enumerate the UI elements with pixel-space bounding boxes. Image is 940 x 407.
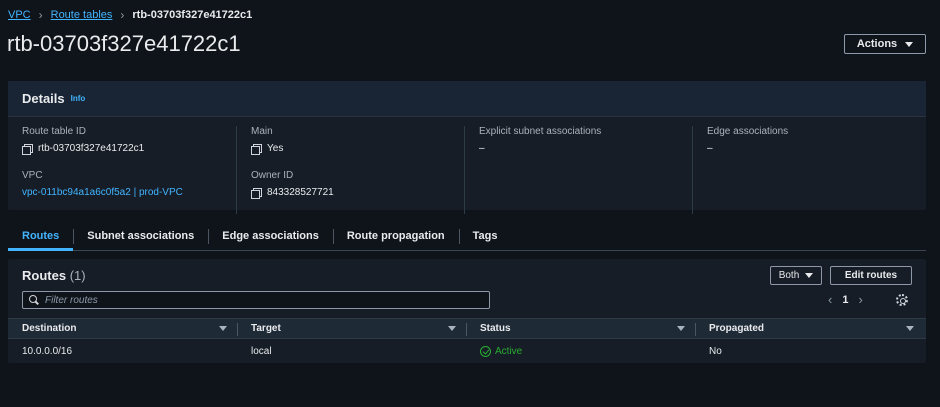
current-page[interactable]: 1 (842, 294, 848, 306)
column-header-propagated[interactable]: Propagated (695, 319, 924, 338)
routes-heading: Routes (1) (22, 268, 86, 283)
route-filter-select[interactable]: Both (770, 266, 822, 285)
column-header-status[interactable]: Status (466, 319, 695, 338)
details-panel: Details Info Route table ID rtb-03703f32… (8, 81, 926, 214)
main-text: Yes (267, 143, 284, 154)
caret-down-icon (905, 41, 914, 47)
caret-down-icon (805, 273, 814, 278)
tab-route-propagation[interactable]: Route propagation (332, 222, 459, 250)
tab-tags[interactable]: Tags (458, 222, 512, 250)
route-table-id-value: rtb-03703f327e41722c1 (22, 143, 236, 155)
tab-bar: Routes Subnet associations Edge associat… (8, 222, 926, 251)
chevron-right-icon: › (38, 8, 43, 22)
vpc-value: vpc-011bc94a1a6c0f5a2 | prod-VPC (22, 187, 236, 198)
tab-subnet-associations[interactable]: Subnet associations (73, 222, 208, 250)
details-column-2: Main Yes Owner ID 843328527721 (236, 126, 464, 214)
route-filter-select-value: Both (778, 270, 800, 281)
explicit-subnet-value: – (479, 143, 485, 154)
route-table-id-text: rtb-03703f327e41722c1 (38, 143, 145, 154)
main-value: Yes (251, 143, 464, 155)
chevron-right-icon: › (120, 8, 125, 22)
breadcrumb-vpc-link[interactable]: VPC (8, 9, 31, 21)
edit-routes-button[interactable]: Edit routes (830, 266, 912, 285)
check-circle-icon (480, 345, 491, 357)
routes-count: (1) (69, 268, 86, 283)
main-label: Main (251, 126, 273, 137)
pagination: ‹ 1 › (828, 292, 863, 307)
sort-icon[interactable] (219, 326, 227, 331)
column-header-target[interactable]: Target (237, 319, 466, 338)
copy-icon[interactable] (22, 143, 33, 155)
breadcrumb: VPC › Route tables › rtb-03703f327e41722… (8, 8, 252, 22)
tab-edge-associations[interactable]: Edge associations (208, 222, 333, 250)
routes-table-header: Destination Target Status Propagated (8, 318, 926, 339)
filter-routes-box (22, 291, 490, 309)
sort-icon[interactable] (677, 326, 685, 331)
column-header-label: Propagated (709, 323, 765, 334)
routes-title-text: Routes (22, 268, 67, 283)
breadcrumb-current: rtb-03703f327e41722c1 (132, 9, 253, 21)
sort-icon[interactable] (448, 326, 456, 331)
column-header-label: Status (480, 323, 511, 334)
edge-associations-value: – (707, 143, 713, 154)
column-header-label: Destination (22, 323, 77, 334)
gear-icon[interactable] (896, 294, 908, 306)
cell-propagated: No (709, 345, 722, 357)
details-heading: Details (22, 91, 65, 106)
status-badge: Active (480, 345, 523, 357)
chevron-left-icon[interactable]: ‹ (828, 292, 832, 307)
cell-destination: 10.0.0.0/16 (22, 345, 73, 357)
explicit-subnet-label: Explicit subnet associations (479, 126, 602, 137)
column-header-label: Target (251, 323, 281, 334)
status-text: Active (495, 345, 523, 357)
owner-id-text: 843328527721 (267, 187, 334, 198)
details-column-3: Explicit subnet associations – (464, 126, 692, 214)
owner-id-label: Owner ID (251, 170, 294, 181)
chevron-right-icon[interactable]: › (858, 292, 862, 307)
route-table-id-label: Route table ID (22, 126, 86, 137)
column-header-destination[interactable]: Destination (8, 319, 237, 338)
info-link[interactable]: Info (71, 94, 86, 103)
actions-button-label: Actions (856, 38, 898, 50)
details-header: Details Info (8, 81, 926, 117)
tab-routes[interactable]: Routes (8, 222, 74, 251)
edge-associations-label: Edge associations (707, 126, 789, 137)
copy-icon[interactable] (251, 187, 262, 199)
table-row[interactable]: 10.0.0.0/16 local Active No (8, 341, 926, 361)
actions-button[interactable]: Actions (844, 34, 926, 54)
page-title: rtb-03703f327e41722c1 (7, 31, 241, 56)
cell-status: Active (466, 341, 695, 361)
breadcrumb-route-tables-link[interactable]: Route tables (51, 9, 113, 21)
filter-routes-input[interactable] (45, 294, 485, 306)
search-icon (29, 295, 39, 305)
owner-id-value: 843328527721 (251, 187, 464, 199)
routes-panel: Routes (1) Both Edit routes ‹ 1 › Destin… (8, 259, 926, 363)
copy-icon[interactable] (251, 143, 262, 155)
vpc-link[interactable]: vpc-011bc94a1a6c0f5a2 | prod-VPC (22, 187, 183, 198)
details-column-1: Route table ID rtb-03703f327e41722c1 VPC… (8, 126, 236, 214)
vpc-label: VPC (22, 170, 43, 181)
details-grid: Route table ID rtb-03703f327e41722c1 VPC… (8, 126, 926, 214)
details-column-4: Edge associations – (692, 126, 920, 214)
sort-icon[interactable] (906, 326, 914, 331)
cell-target: local (251, 345, 272, 357)
